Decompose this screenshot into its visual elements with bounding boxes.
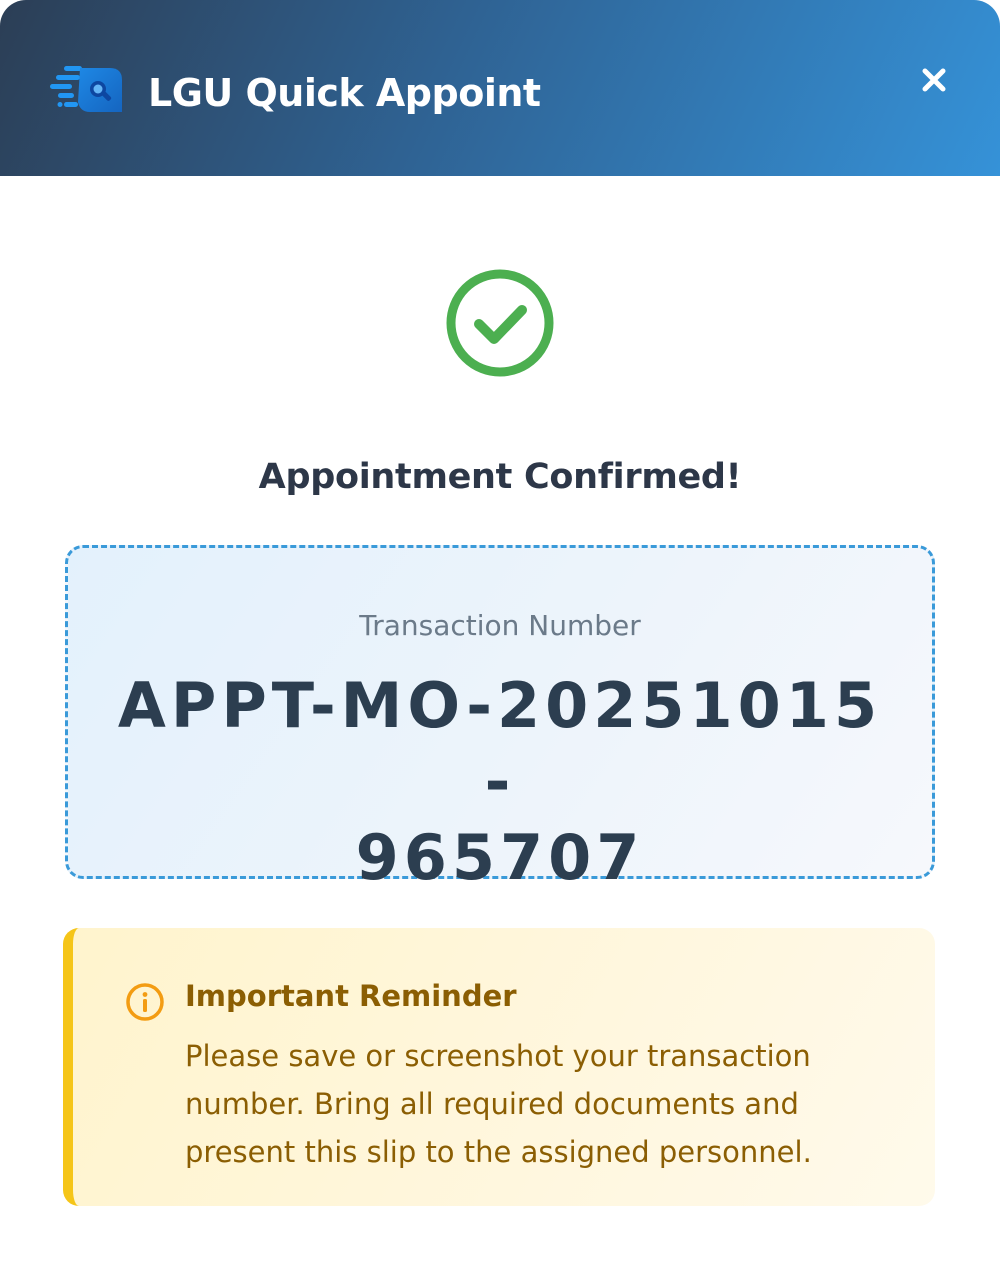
- transaction-number-value: APPT-MO-20251015- 965707: [117, 669, 883, 894]
- modal-header: LGU Quick Appoint: [0, 0, 1000, 176]
- reminder-text: Please save or screenshot your transacti…: [185, 1039, 812, 1169]
- check-circle-icon: [446, 269, 554, 377]
- transaction-number-label: Transaction Number: [359, 609, 641, 642]
- close-button[interactable]: [912, 58, 956, 102]
- speed-search-logo-icon: [50, 66, 122, 112]
- important-reminder-panel: Important Reminder Please save or screen…: [63, 928, 935, 1206]
- close-icon: [922, 68, 946, 92]
- app-title: LGU Quick Appoint: [148, 71, 541, 115]
- reminder-title: Important Reminder: [185, 979, 517, 1013]
- transaction-number-card: Transaction Number APPT-MO-20251015- 9657…: [65, 545, 935, 894]
- confirmation-title: Appointment Confirmed!: [258, 457, 742, 497]
- appointment-confirmation-modal: LGU Quick Appoint Appointment Confirmed!…: [0, 0, 1000, 1288]
- info-icon: [126, 983, 164, 1021]
